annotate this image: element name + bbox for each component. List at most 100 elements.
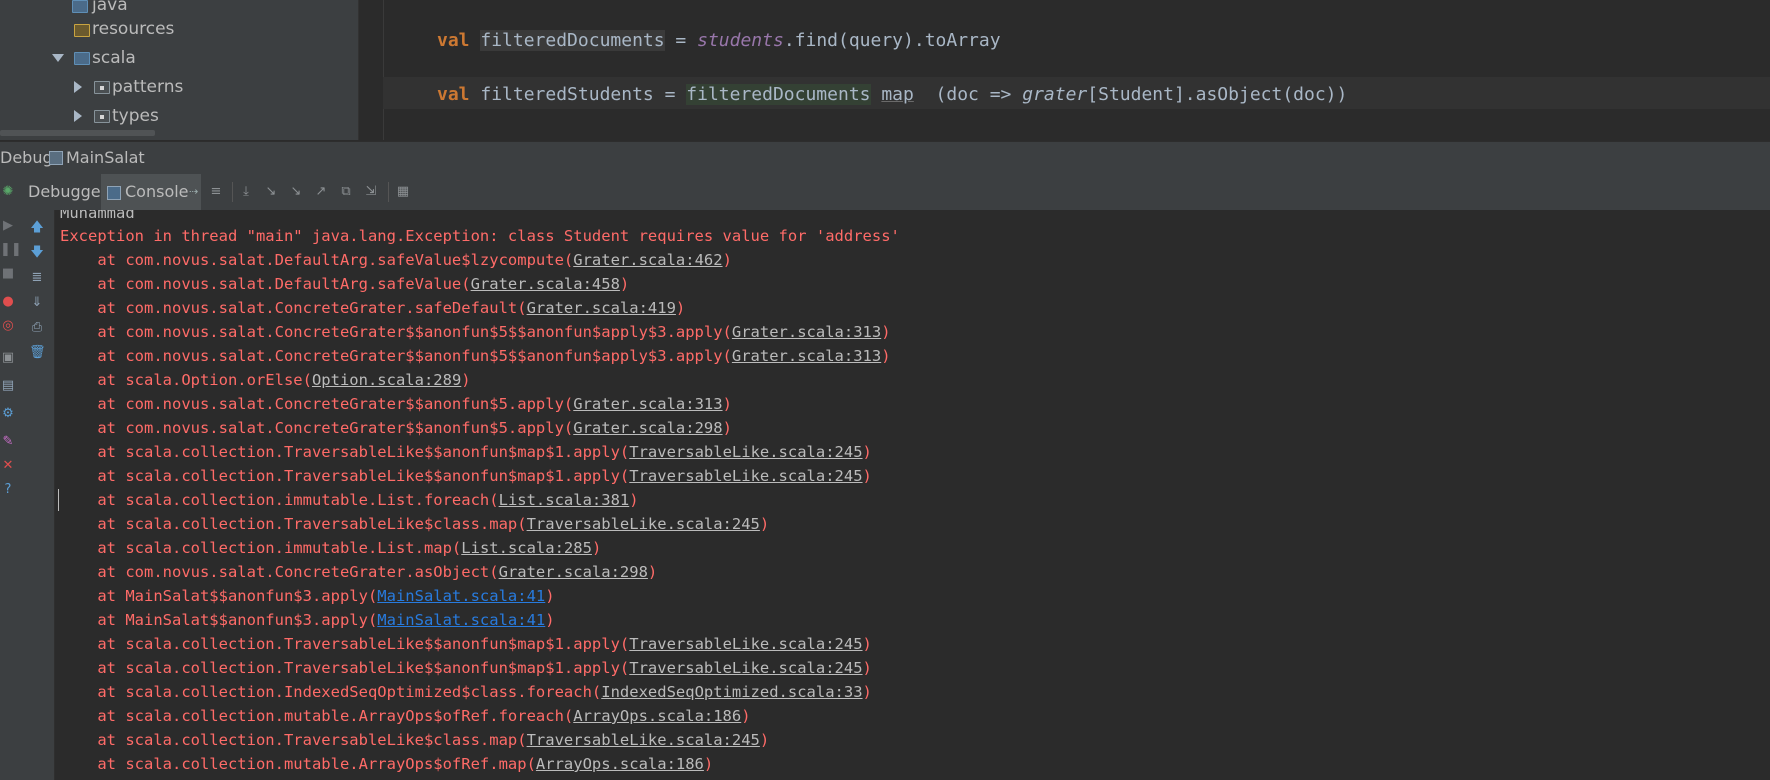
- camera-icon[interactable]: ▣: [0, 350, 16, 366]
- source-link[interactable]: Grater.scala:298: [573, 419, 722, 437]
- drop-frame-icon[interactable]: ⧉: [338, 184, 354, 200]
- stack-frame-close-paren: ): [722, 419, 732, 437]
- stack-frame-close-paren: ): [545, 611, 555, 629]
- step-into-icon[interactable]: ↘: [263, 184, 279, 200]
- close-icon[interactable]: ✕: [0, 458, 16, 474]
- pin-icon[interactable]: ⇢: [189, 174, 198, 210]
- resources-folder-icon: [74, 24, 90, 37]
- stack-trace-line: at scala.collection.TraversableLike$$ano…: [60, 440, 872, 464]
- source-link[interactable]: TraversableLike.scala:245: [629, 635, 862, 653]
- source-link[interactable]: Grater.scala:462: [573, 251, 722, 269]
- stack-frame-close-paren: ): [591, 539, 602, 557]
- mute-breakpoints-icon[interactable]: ◎: [0, 318, 16, 334]
- source-link[interactable]: ArrayOps.scala:186: [536, 755, 704, 773]
- step-over-icon[interactable]: ⤓: [238, 184, 254, 200]
- chevron-right-icon[interactable]: [74, 81, 82, 93]
- package-icon: [94, 110, 110, 123]
- stack-frame-text: at MainSalat$$anonfun$3.apply(: [60, 611, 378, 629]
- debug-bug-icon[interactable]: ✺: [0, 184, 16, 200]
- project-scrollbar[interactable]: [0, 130, 155, 136]
- stack-trace-line: at scala.collection.TraversableLike$$ano…: [60, 656, 872, 680]
- source-link[interactable]: Grater.scala:313: [573, 395, 722, 413]
- chevron-down-icon[interactable]: [52, 54, 64, 62]
- stack-frame-text: at scala.collection.IndexedSeqOptimized$…: [60, 683, 602, 701]
- stack-trace-line: at scala.collection.immutable.List.forea…: [60, 488, 639, 512]
- pin-tab-icon[interactable]: ✎: [0, 434, 16, 450]
- run-config-icon: [49, 151, 63, 165]
- source-link[interactable]: ArrayOps.scala:186: [573, 707, 741, 725]
- stack-trace-line: at scala.collection.TraversableLike$$ano…: [60, 632, 872, 656]
- source-folder-icon: [74, 52, 90, 65]
- stack-frame-text: at scala.collection.TraversableLike$$ano…: [60, 443, 630, 461]
- source-link[interactable]: Grater.scala:313: [732, 347, 881, 365]
- run-to-cursor-icon[interactable]: ⇲: [363, 184, 379, 200]
- run-config-name[interactable]: MainSalat: [66, 142, 145, 174]
- source-link[interactable]: TraversableLike.scala:245: [629, 659, 862, 677]
- view-breakpoints-icon[interactable]: ●: [0, 294, 16, 310]
- source-link[interactable]: TraversableLike.scala:245: [629, 467, 862, 485]
- source-link[interactable]: List.scala:381: [499, 491, 630, 509]
- stack-frame-close-paren: ): [862, 635, 872, 653]
- tab-console[interactable]: Console ⇢: [101, 174, 201, 212]
- stack-trace-line: at com.novus.salat.ConcreteGrater$$anonf…: [60, 416, 732, 440]
- scroll-to-end-icon[interactable]: ⇓: [29, 295, 45, 311]
- down-arrow-icon[interactable]: 🡇: [29, 245, 45, 261]
- source-link[interactable]: TraversableLike.scala:245: [629, 443, 862, 461]
- stack-frame-close-paren: ): [629, 491, 639, 509]
- stack-frame-close-paren: ): [722, 251, 732, 269]
- code-editor[interactable]: val filteredDocuments = students.find(qu…: [359, 0, 1770, 140]
- source-link[interactable]: List.scala:285: [461, 539, 592, 557]
- source-link[interactable]: Grater.scala:298: [499, 563, 648, 581]
- layout-icon[interactable]: ▤: [0, 378, 16, 394]
- stack-frame-close-paren: ): [741, 707, 751, 725]
- source-link[interactable]: Option.scala:289: [312, 371, 461, 389]
- stack-frame-close-paren: ): [862, 467, 872, 485]
- code-line-2[interactable]: val filteredStudents = filteredDocuments…: [437, 84, 1347, 105]
- resume-icon[interactable]: ▶: [0, 218, 16, 234]
- stack-frame-close-paren: ): [881, 323, 891, 341]
- soft-wrap-icon[interactable]: ≣: [29, 270, 45, 286]
- source-link[interactable]: Grater.scala:419: [527, 299, 676, 317]
- stack-frame-text: at scala.collection.mutable.ArrayOps$ofR…: [60, 755, 536, 773]
- stack-frame-text: at scala.collection.mutable.ArrayOps$ofR…: [60, 707, 574, 725]
- pause-icon[interactable]: ❚❚: [0, 242, 22, 258]
- source-link[interactable]: IndexedSeqOptimized.scala:33: [601, 683, 862, 701]
- clear-all-icon[interactable]: 🗑: [29, 345, 46, 361]
- source-link[interactable]: TraversableLike.scala:245: [527, 731, 760, 749]
- tab-debugger[interactable]: Debugger: [26, 174, 107, 210]
- stack-trace-line: at com.novus.salat.DefaultArg.safeValue(…: [60, 272, 629, 296]
- console-actions-strip: 🡅 🡇 ≣ ⇓ ⎙ 🗑: [20, 210, 55, 780]
- force-step-into-icon[interactable]: ↘: [288, 184, 304, 200]
- step-out-icon[interactable]: ↗: [313, 184, 329, 200]
- console-output[interactable]: Muhammad Exception in thread "main" java…: [55, 210, 1770, 780]
- stack-trace-line: at com.novus.salat.ConcreteGrater.asObje…: [60, 560, 657, 584]
- source-link[interactable]: MainSalat.scala:41: [377, 587, 545, 605]
- stack-frame-text: at com.novus.salat.ConcreteGrater.asObje…: [60, 563, 499, 581]
- stack-frame-text: at scala.collection.immutable.List.map(: [60, 539, 462, 557]
- stack-trace-line: at com.novus.salat.ConcreteGrater$$anonf…: [60, 344, 890, 368]
- text-cursor: [58, 489, 59, 511]
- stop-icon[interactable]: ■: [0, 266, 16, 282]
- source-link[interactable]: Grater.scala:458: [471, 275, 620, 293]
- up-arrow-icon[interactable]: 🡅: [29, 220, 45, 236]
- evaluate-expression-icon[interactable]: ▦: [395, 184, 411, 200]
- show-execution-point-icon[interactable]: ≡: [208, 184, 224, 200]
- stack-frame-close-paren: ): [545, 587, 555, 605]
- stack-frame-text: at com.novus.salat.DefaultArg.safeValue$…: [60, 251, 574, 269]
- print-icon[interactable]: ⎙: [29, 320, 45, 336]
- package-icon: [94, 81, 110, 94]
- stack-frame-close-paren: ): [759, 731, 770, 749]
- settings-icon[interactable]: ⚙: [0, 406, 16, 422]
- source-link[interactable]: MainSalat.scala:41: [377, 611, 545, 629]
- source-link[interactable]: TraversableLike.scala:245: [527, 515, 760, 533]
- stack-frame-close-paren: ): [862, 443, 872, 461]
- help-icon[interactable]: ?: [0, 482, 16, 498]
- source-link[interactable]: Grater.scala:313: [732, 323, 881, 341]
- chevron-right-icon[interactable]: [74, 110, 82, 122]
- stack-frame-close-paren: ): [647, 563, 658, 581]
- stack-trace-line: at MainSalat$$anonfun$3.apply(MainSalat.…: [60, 608, 555, 632]
- project-panel: java resources scala patterns types: [0, 0, 358, 140]
- code-line-1[interactable]: val filteredDocuments = students.find(qu…: [437, 30, 1001, 51]
- stack-frame-close-paren: ): [759, 515, 770, 533]
- top-area: java resources scala patterns types val …: [0, 0, 1770, 140]
